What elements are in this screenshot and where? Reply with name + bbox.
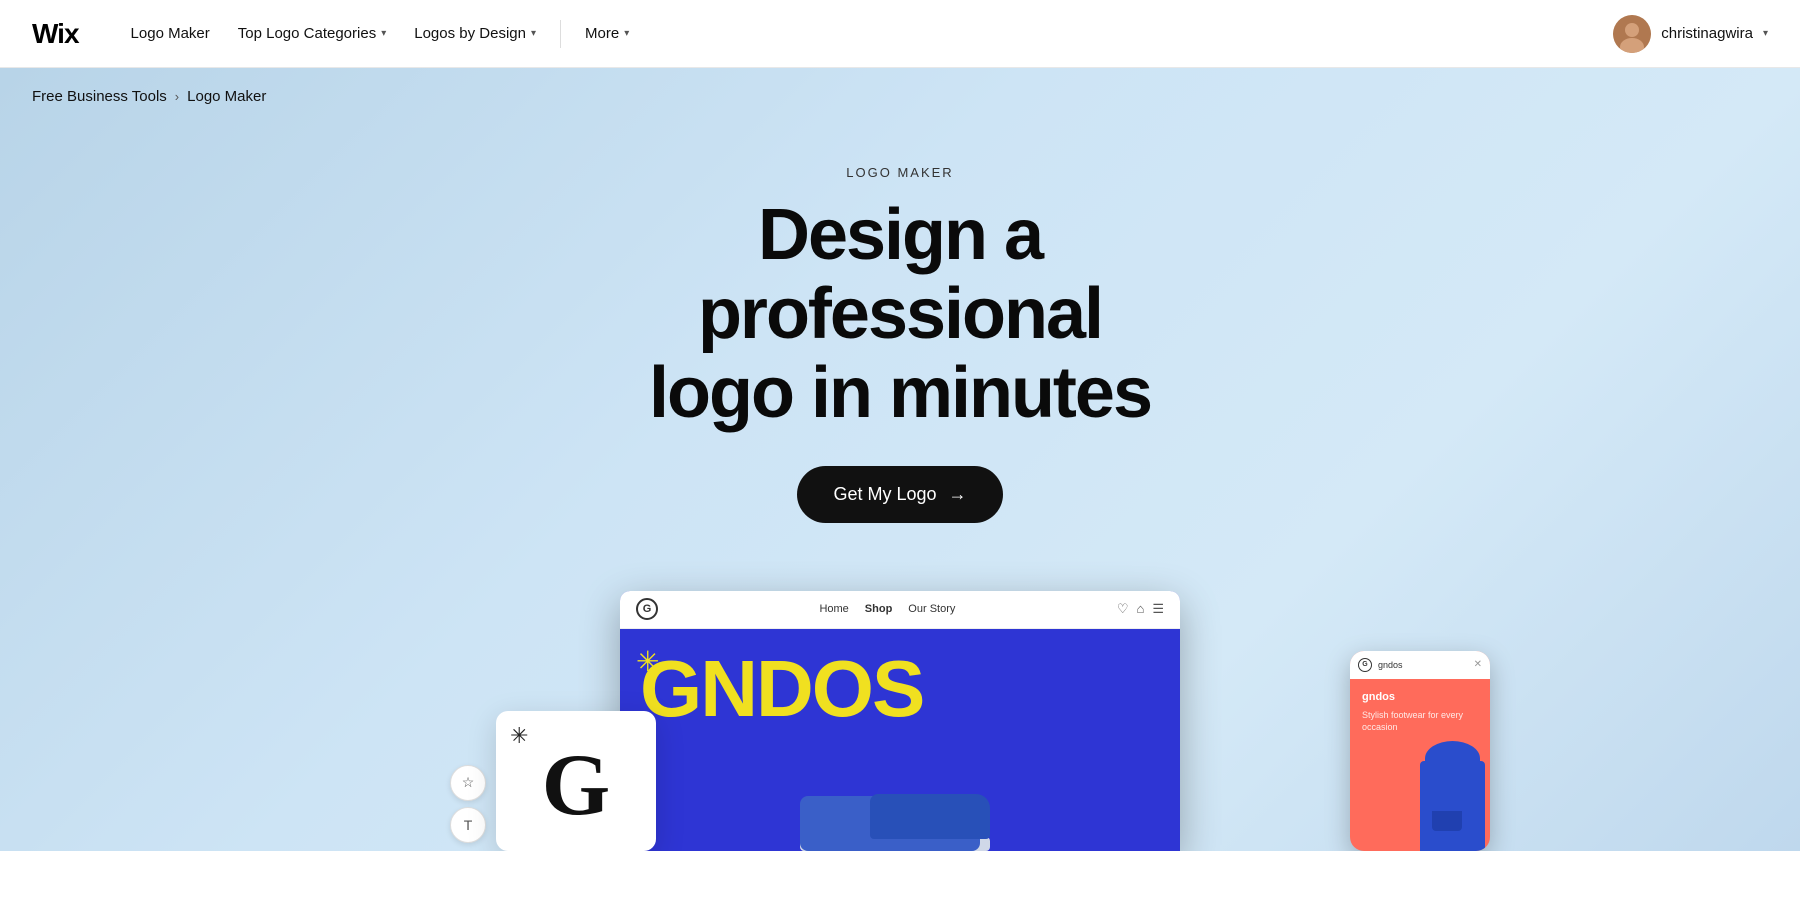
user-chevron-icon: ▾ <box>1763 28 1768 39</box>
logo-card: ☆ T ✳ G <box>450 711 656 851</box>
phone-mockup: G gndos ✕ gndos Stylish footwear for eve… <box>1350 651 1490 851</box>
phone-bar: G gndos ✕ <box>1350 651 1490 679</box>
phone-content: gndos Stylish footwear for every occasio… <box>1350 679 1490 746</box>
menu-icon: ☰ <box>1152 601 1164 617</box>
nav-more[interactable]: More ▾ <box>573 17 641 50</box>
browser-content: ✳ GNDOS <box>620 629 1180 851</box>
breadcrumb: Free Business Tools › Logo Maker <box>0 68 1800 125</box>
phone-title: gndos <box>1362 691 1478 703</box>
close-icon: ✕ <box>1474 659 1482 670</box>
sneaker-illustration <box>800 761 1000 851</box>
hero-title: Design a professional logo in minutes <box>550 196 1250 434</box>
logo-preview-card[interactable]: ✳ G <box>496 711 656 851</box>
chevron-down-icon: ▾ <box>381 28 386 39</box>
brand-headline: GNDOS <box>640 649 923 729</box>
nav-top-logo-categories[interactable]: Top Logo Categories ▾ <box>226 17 398 50</box>
nav-links: Logo Maker Top Logo Categories ▾ Logos b… <box>119 17 1582 50</box>
sneaker-upper <box>870 794 990 839</box>
heart-icon: ♡ <box>1117 601 1129 617</box>
phone-logo: G <box>1358 658 1372 672</box>
breadcrumb-home[interactable]: Free Business Tools <box>32 88 167 105</box>
main-content: Free Business Tools › Logo Maker LOGO MA… <box>0 68 1800 851</box>
phone-subtitle: Stylish footwear for every occasion <box>1362 709 1478 734</box>
browser-nav-home: Home <box>819 603 848 615</box>
arrow-icon: → <box>949 484 967 505</box>
hoodie-illustration <box>1410 741 1490 851</box>
avatar <box>1613 15 1651 53</box>
nav-logos-by-design[interactable]: Logos by Design ▾ <box>402 17 548 50</box>
breadcrumb-separator: › <box>175 89 179 104</box>
chevron-down-icon: ▾ <box>624 28 629 39</box>
home-icon: ⌂ <box>1136 601 1144 617</box>
wix-logo[interactable]: Wix <box>32 18 79 50</box>
hero-section: LOGO MAKER Design a professional logo in… <box>0 125 1800 571</box>
preview-area: ☆ T ✳ G G Home Shop Our Story <box>0 571 1800 851</box>
hoodie-pocket <box>1432 811 1462 831</box>
nav-divider <box>560 20 561 48</box>
browser-mockup: G Home Shop Our Story ♡ ⌂ ☰ ✳ GNDOS <box>620 591 1180 851</box>
nav-logo-maker[interactable]: Logo Maker <box>119 17 222 50</box>
get-logo-button[interactable]: Get My Logo → <box>797 466 1002 523</box>
hoodie-body <box>1420 761 1485 851</box>
star-icon: ☆ <box>462 774 475 791</box>
breadcrumb-current: Logo Maker <box>187 88 266 105</box>
text-tool-button[interactable]: T <box>450 807 486 843</box>
logo-tools: ☆ T <box>450 765 486 843</box>
browser-icons: ♡ ⌂ ☰ <box>1117 601 1164 617</box>
browser-bar: G Home Shop Our Story ♡ ⌂ ☰ <box>620 591 1180 629</box>
user-menu[interactable]: christinagwira ▾ <box>1613 15 1768 53</box>
sneaker-shape <box>800 761 1000 851</box>
username-label: christinagwira <box>1661 25 1753 42</box>
chevron-down-icon: ▾ <box>531 28 536 39</box>
phone-brand-name: gndos <box>1378 660 1403 670</box>
logo-snowflake-icon: ✳ <box>510 723 528 749</box>
hero-eyebrow: LOGO MAKER <box>0 165 1800 180</box>
logo-letter: G <box>542 742 610 830</box>
browser-nav-story: Our Story <box>908 603 955 615</box>
browser-nav: Home Shop Our Story <box>678 603 1097 615</box>
star-tool-button[interactable]: ☆ <box>450 765 486 801</box>
navbar: Wix Logo Maker Top Logo Categories ▾ Log… <box>0 0 1800 68</box>
text-icon: T <box>464 817 473 833</box>
browser-nav-shop: Shop <box>865 603 893 615</box>
browser-site-logo: G <box>636 598 658 620</box>
